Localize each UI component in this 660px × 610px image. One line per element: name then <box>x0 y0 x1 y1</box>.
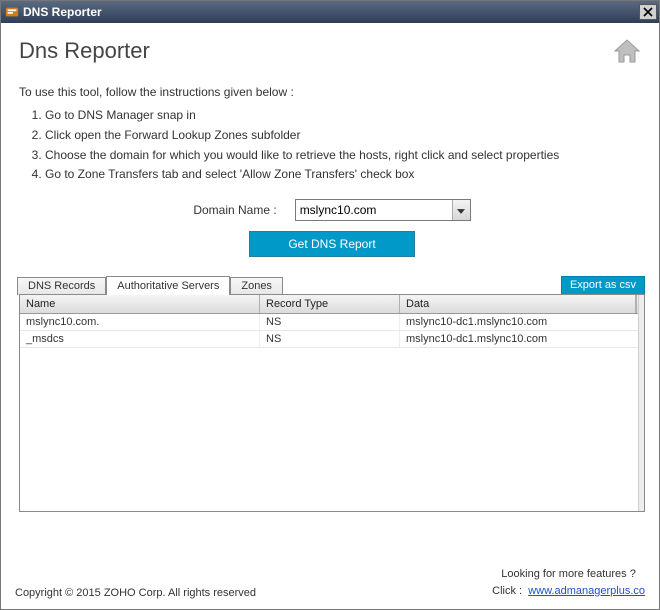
column-header-name[interactable]: Name <box>20 295 260 313</box>
promo-link[interactable]: www.admanagerplus.co <box>528 585 645 597</box>
promo-block: Looking for more features ? Click : www.… <box>492 566 645 599</box>
click-label: Click : <box>492 585 522 597</box>
cell-data: mslync10-dc1.mslync10.com <box>400 314 644 330</box>
domain-combobox[interactable] <box>295 199 471 221</box>
cell-data: mslync10-dc1.mslync10.com <box>400 331 644 347</box>
domain-row: Domain Name : <box>19 199 645 221</box>
table-row[interactable]: _msdcs NS mslync10-dc1.mslync10.com <box>20 331 644 348</box>
tab-zones[interactable]: Zones <box>230 277 283 295</box>
instructions-list: Go to DNS Manager snap in Click open the… <box>45 107 645 183</box>
instruction-step: Click open the Forward Lookup Zones subf… <box>45 127 645 144</box>
app-icon <box>5 5 19 19</box>
get-report-button[interactable]: Get DNS Report <box>249 231 414 257</box>
footer: Copyright © 2015 ZOHO Corp. All rights r… <box>1 558 659 609</box>
grid-body: mslync10.com. NS mslync10-dc1.mslync10.c… <box>20 314 644 348</box>
promo-click-line: Click : www.admanagerplus.co <box>492 583 645 600</box>
window-title: DNS Reporter <box>23 5 639 19</box>
domain-input[interactable] <box>295 199 471 221</box>
export-csv-button[interactable]: Export as csv <box>561 276 645 295</box>
copyright-text: Copyright © 2015 ZOHO Corp. All rights r… <box>15 587 492 599</box>
domain-label: Domain Name : <box>193 203 276 217</box>
titlebar: DNS Reporter <box>1 1 659 23</box>
tabs-row: DNS Records Authoritative Servers Zones … <box>17 275 645 295</box>
dropdown-button[interactable] <box>452 200 470 220</box>
instruction-step: Choose the domain for which you would li… <box>45 147 645 164</box>
app-window: DNS Reporter Dns Reporter To use this to… <box>0 0 660 610</box>
cell-name: _msdcs <box>20 331 260 347</box>
promo-line: Looking for more features ? <box>492 566 645 583</box>
button-row: Get DNS Report <box>19 231 645 257</box>
close-button[interactable] <box>639 4 657 20</box>
home-icon[interactable] <box>611 35 643 67</box>
header: Dns Reporter <box>1 23 659 75</box>
page-title: Dns Reporter <box>19 38 611 64</box>
column-header-type[interactable]: Record Type <box>260 295 400 313</box>
cell-type: NS <box>260 314 400 330</box>
tab-authoritative-servers[interactable]: Authoritative Servers <box>106 276 230 295</box>
grid-header: Name Record Type Data <box>20 295 644 314</box>
results-grid: Name Record Type Data mslync10.com. NS m… <box>19 294 645 512</box>
instructions-lead: To use this tool, follow the instruction… <box>19 85 645 99</box>
cell-name: mslync10.com. <box>20 314 260 330</box>
table-row[interactable]: mslync10.com. NS mslync10-dc1.mslync10.c… <box>20 314 644 331</box>
scrollbar-placeholder <box>638 295 644 511</box>
chevron-down-icon <box>457 203 465 217</box>
instruction-step: Go to Zone Transfers tab and select 'All… <box>45 166 645 183</box>
instruction-step: Go to DNS Manager snap in <box>45 107 645 124</box>
cell-type: NS <box>260 331 400 347</box>
content: To use this tool, follow the instruction… <box>1 75 659 512</box>
column-header-data[interactable]: Data <box>400 295 636 313</box>
tab-dns-records[interactable]: DNS Records <box>17 277 106 295</box>
